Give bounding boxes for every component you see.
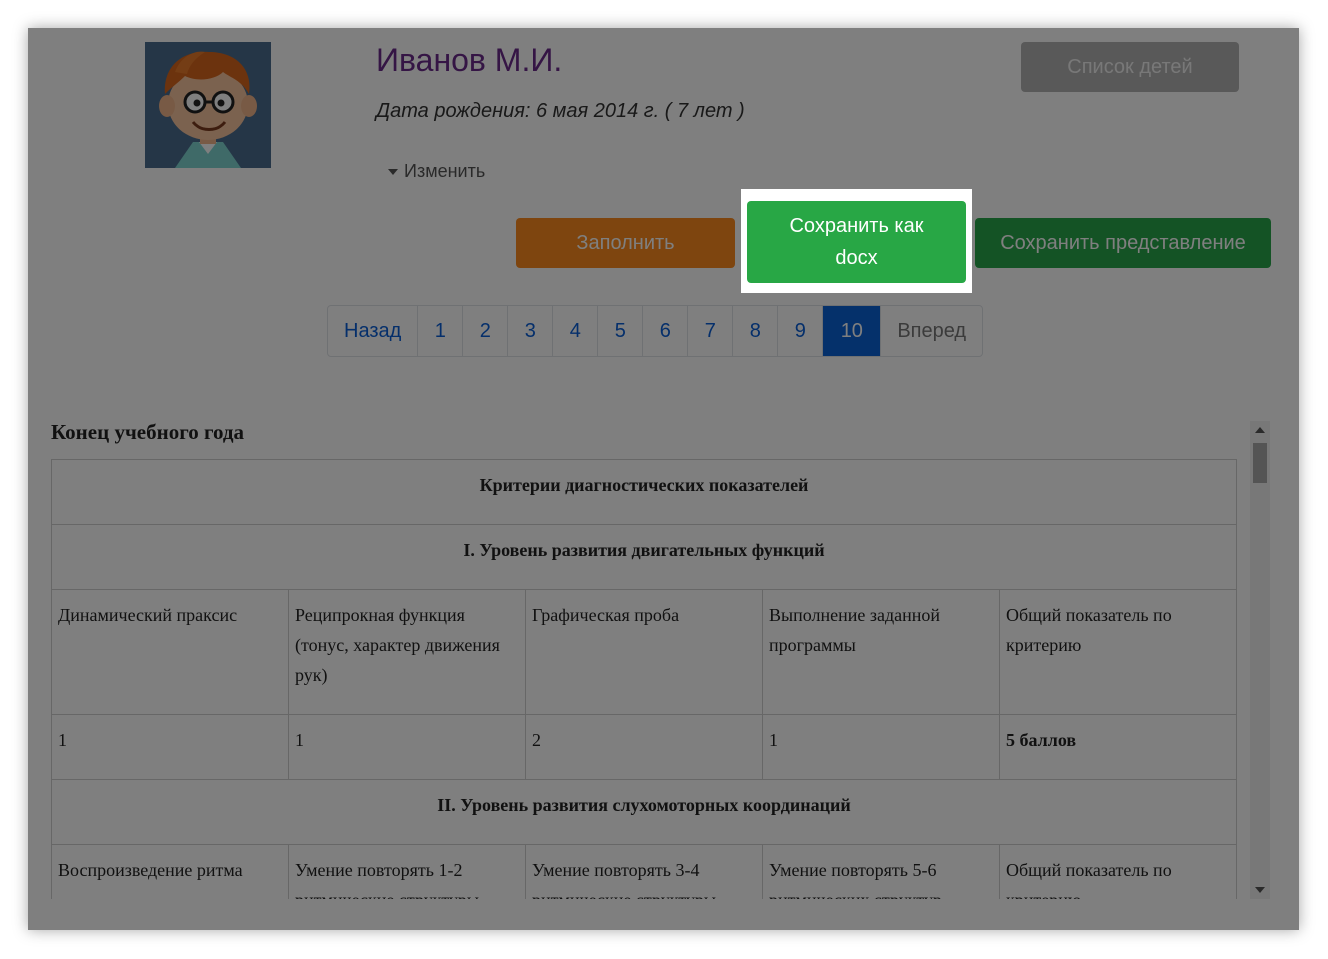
diagnostics-table: Критерии диагностических показателей I. … bbox=[51, 459, 1237, 899]
value-cell: 2 bbox=[525, 714, 763, 780]
value-cell: 1 bbox=[762, 714, 1000, 780]
cartoon-boy-icon bbox=[145, 42, 271, 168]
edit-label: Изменить bbox=[404, 161, 486, 181]
page-5[interactable]: 5 bbox=[598, 306, 644, 356]
scroll-thumb[interactable] bbox=[1253, 443, 1267, 483]
table-header: Критерии диагностических показателей bbox=[51, 459, 1237, 525]
table-row: Динамический праксис Реципрокная функция… bbox=[51, 589, 1237, 715]
criterion-cell: Умение повторять 5-6 ритмических структу… bbox=[762, 844, 1000, 899]
table-row: Воспроизведение ритма Умение повторять 1… bbox=[51, 844, 1237, 899]
section-title: Конец учебного года bbox=[51, 420, 245, 444]
criterion-cell: Воспроизведение ритма bbox=[51, 844, 289, 899]
avatar bbox=[145, 42, 271, 168]
page-6[interactable]: 6 bbox=[643, 306, 689, 356]
page-2[interactable]: 2 bbox=[463, 306, 509, 356]
page-next[interactable]: Вперед bbox=[881, 306, 982, 356]
table-row: I. Уровень развития двигательных функций bbox=[51, 524, 1237, 590]
group-title: I. Уровень развития двигательных функций bbox=[51, 524, 1237, 590]
scroll-up-icon[interactable] bbox=[1255, 427, 1265, 433]
criterion-cell: Общий показатель по критерию bbox=[999, 844, 1237, 899]
page-1[interactable]: 1 bbox=[418, 306, 464, 356]
page-9[interactable]: 9 bbox=[778, 306, 824, 356]
edit-toggle[interactable]: Изменить bbox=[388, 161, 485, 182]
child-name: Иванов М.И. bbox=[376, 42, 563, 78]
save-docx-button[interactable]: Сохранить как docx bbox=[747, 201, 966, 283]
criterion-cell: Реципрокная функция (тонус, характер дви… bbox=[288, 589, 526, 715]
page-8[interactable]: 8 bbox=[733, 306, 779, 356]
caret-down-icon bbox=[388, 169, 398, 176]
page-7[interactable]: 7 bbox=[688, 306, 734, 356]
page-10-active[interactable]: 10 bbox=[823, 306, 882, 356]
criterion-cell: Динамический праксис bbox=[51, 589, 289, 715]
criterion-cell: Выполнение заданной программы bbox=[762, 589, 1000, 715]
table-row: 1 1 2 1 5 баллов bbox=[51, 714, 1237, 780]
save-view-button[interactable]: Сохранить представление bbox=[975, 218, 1271, 268]
birth-date: Дата рождения: 6 мая 2014 г. ( 7 лет ) bbox=[376, 100, 745, 122]
modal-frame: Иванов М.И. Дата рождения: 6 мая 2014 г.… bbox=[28, 28, 1299, 930]
fill-button[interactable]: Заполнить bbox=[516, 218, 735, 268]
highlight-frame: Сохранить как docx bbox=[741, 189, 972, 293]
group-title: II. Уровень развития слухомоторных коорд… bbox=[51, 779, 1237, 845]
table-row: II. Уровень развития слухомоторных коорд… bbox=[51, 779, 1237, 845]
total-cell: 5 баллов bbox=[999, 714, 1237, 780]
criterion-cell: Умение повторять 3-4 ритмические структу… bbox=[525, 844, 763, 899]
table-row: Критерии диагностических показателей bbox=[51, 459, 1237, 525]
pagination: Назад 1 2 3 4 5 6 7 8 9 10 Вперед bbox=[327, 305, 984, 357]
value-cell: 1 bbox=[288, 714, 526, 780]
table-scrollbar[interactable] bbox=[1250, 421, 1270, 899]
criterion-cell: Графическая проба bbox=[525, 589, 763, 715]
page-3[interactable]: 3 bbox=[508, 306, 554, 356]
children-list-button[interactable]: Список детей bbox=[1021, 42, 1239, 92]
value-cell: 1 bbox=[51, 714, 289, 780]
criterion-cell: Умение повторять 1-2 ритмические структу… bbox=[288, 844, 526, 899]
diagnostics-table-wrap: Критерии диагностических показателей I. … bbox=[51, 459, 1237, 899]
scroll-down-icon[interactable] bbox=[1255, 887, 1265, 893]
page-4[interactable]: 4 bbox=[553, 306, 599, 356]
page-prev[interactable]: Назад bbox=[328, 306, 419, 356]
criterion-cell: Общий показатель по критерию bbox=[999, 589, 1237, 715]
